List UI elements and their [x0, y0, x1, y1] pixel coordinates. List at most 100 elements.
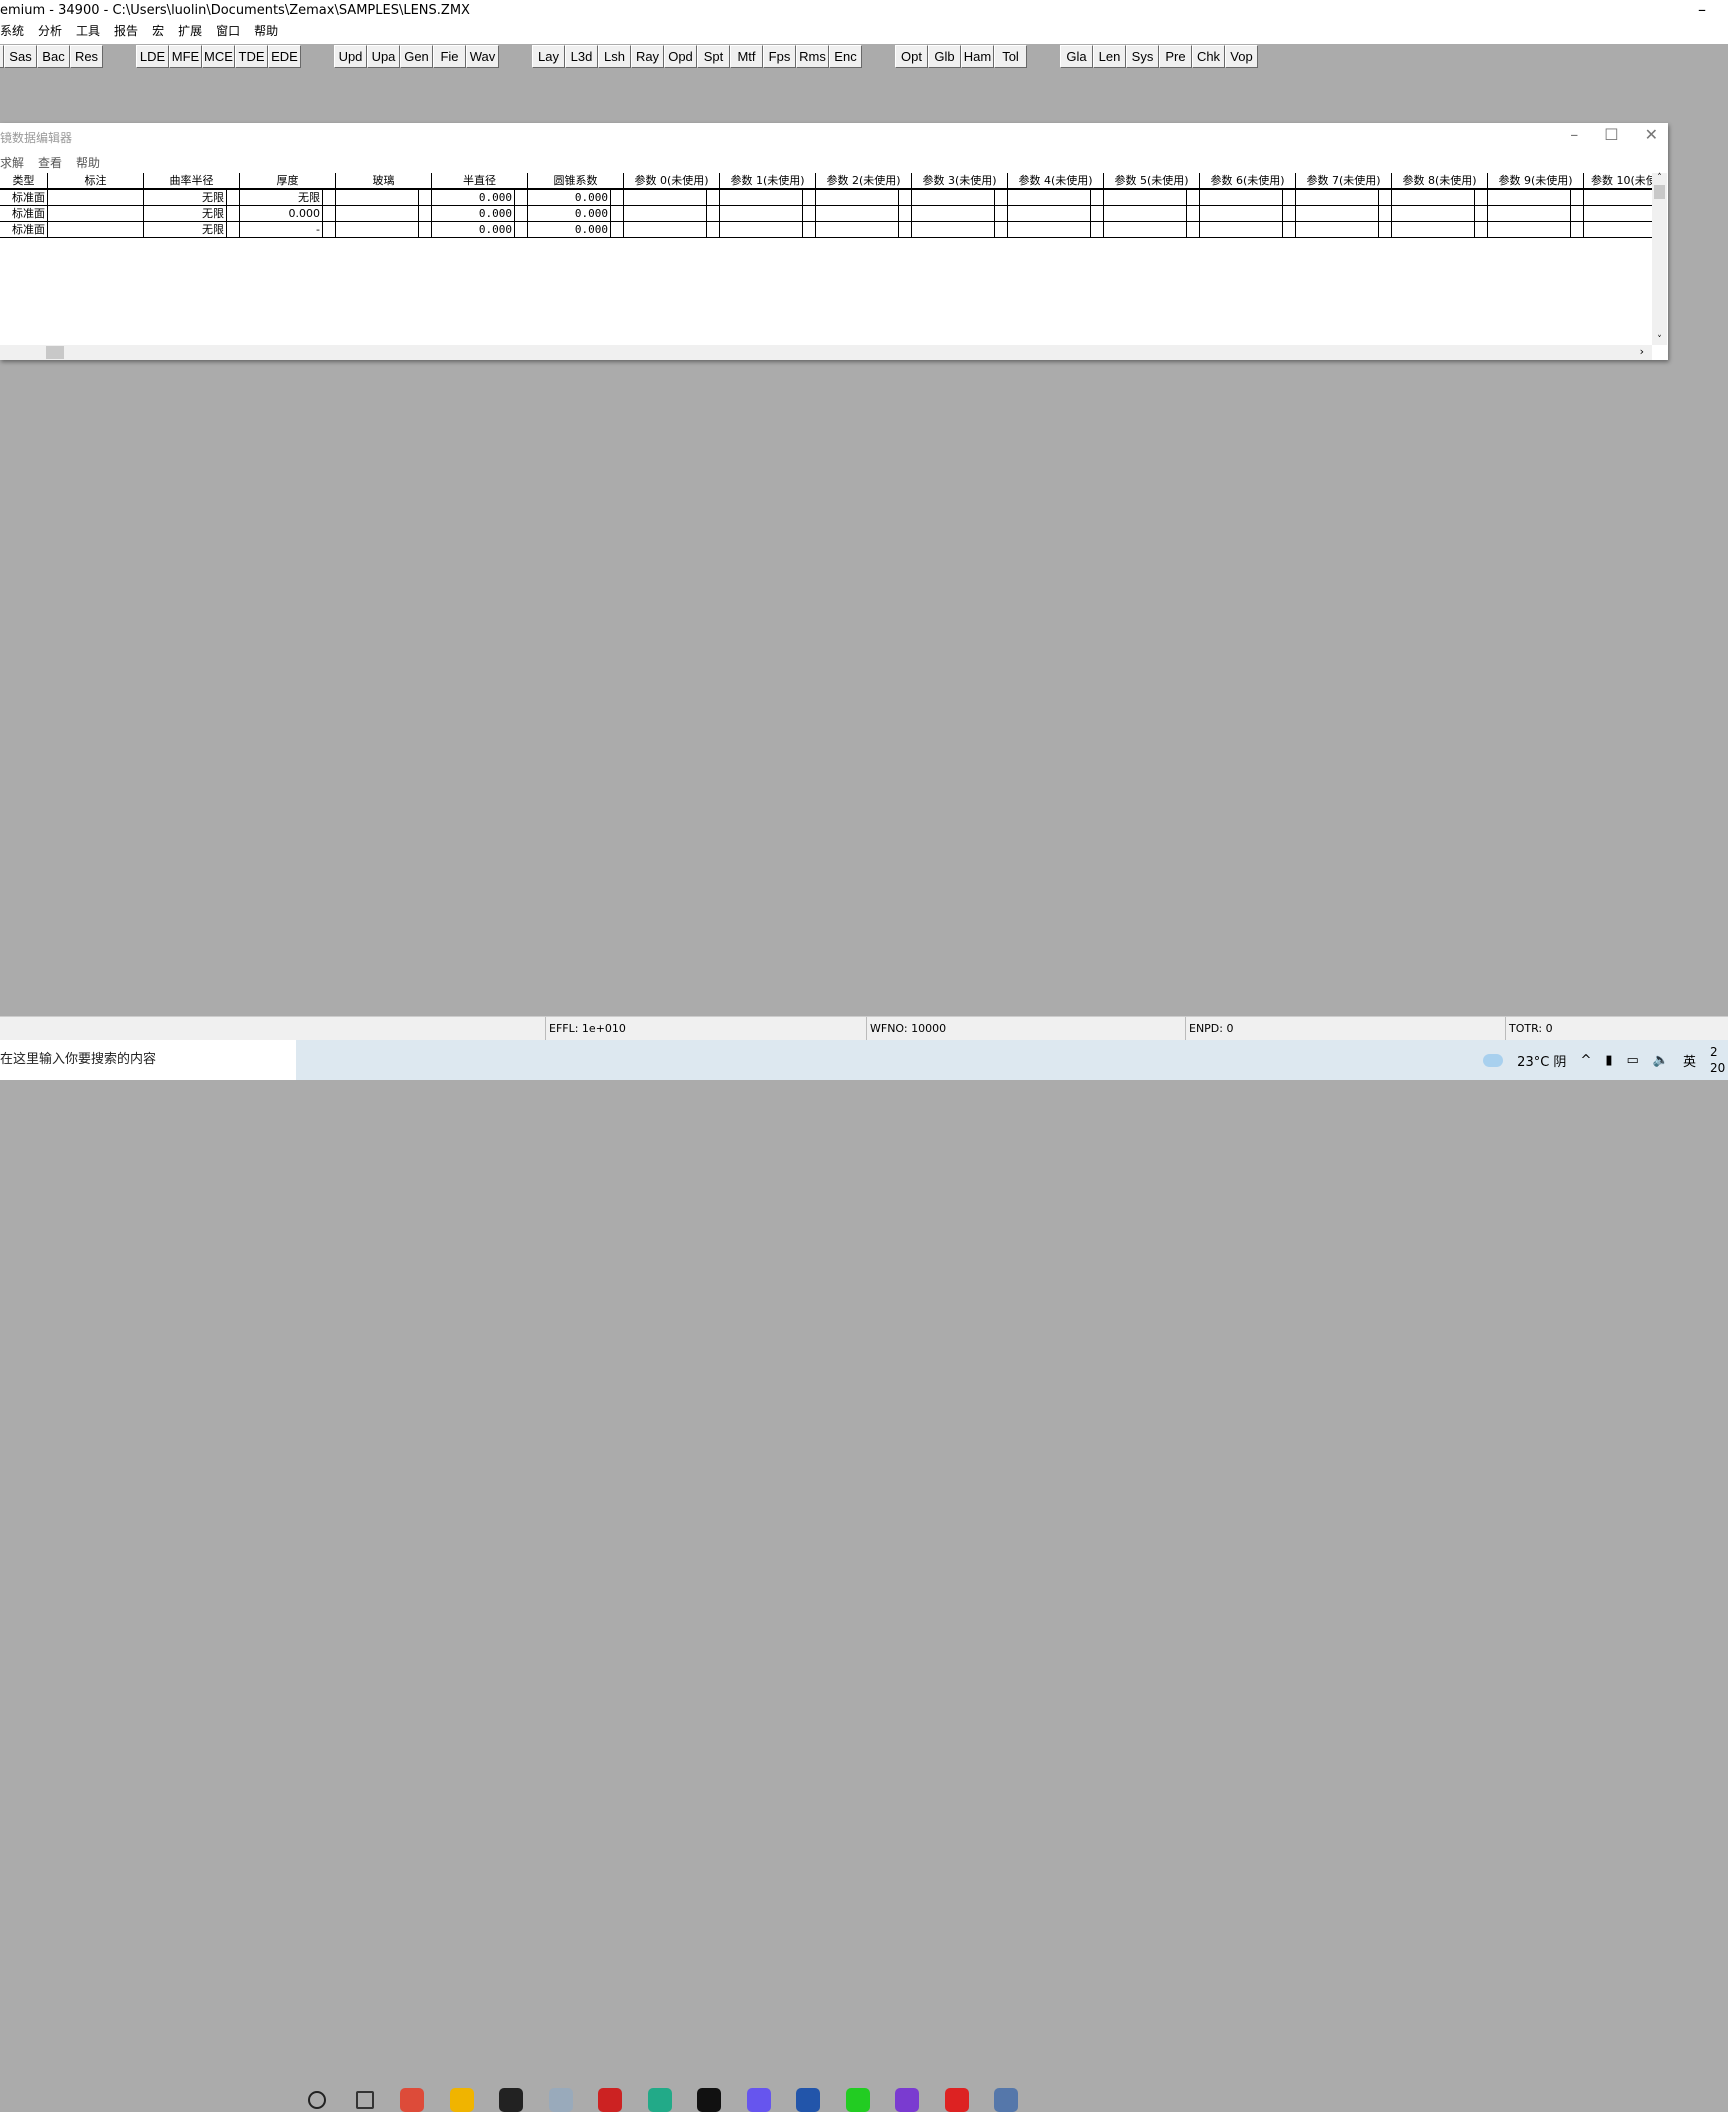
- grid-cell[interactable]: 0.000: [528, 206, 611, 222]
- grid-cell[interactable]: [912, 206, 995, 222]
- app-g-icon[interactable]: [499, 2088, 523, 2112]
- solve-cell[interactable]: [1571, 222, 1584, 238]
- solve-cell[interactable]: [1571, 190, 1584, 206]
- grid-cell[interactable]: [1104, 222, 1187, 238]
- toolbar-button-sys[interactable]: Sys: [1126, 45, 1159, 68]
- solve-cell[interactable]: [1475, 190, 1488, 206]
- solve-cell[interactable]: [707, 222, 720, 238]
- column-header[interactable]: 半直径: [432, 173, 528, 190]
- grid-cell[interactable]: [912, 222, 995, 238]
- solve-cell[interactable]: [227, 222, 240, 238]
- solve-cell[interactable]: [1283, 206, 1296, 222]
- file-explorer-icon[interactable]: [449, 2088, 474, 2112]
- menu-item[interactable]: 工具: [76, 22, 100, 39]
- toolbar-button-upa[interactable]: Upa: [367, 45, 400, 68]
- solve-cell[interactable]: [515, 222, 528, 238]
- grid-cell[interactable]: [720, 190, 803, 206]
- toolbar-button-rms[interactable]: Rms: [796, 45, 829, 68]
- solve-cell[interactable]: [707, 190, 720, 206]
- toolbar-button-res[interactable]: Res: [70, 45, 103, 68]
- scroll-thumb[interactable]: [1654, 185, 1665, 199]
- toolbar-button-fie[interactable]: Fie: [433, 45, 466, 68]
- horizontal-scrollbar[interactable]: ›: [0, 345, 1652, 360]
- grid-cell[interactable]: [1488, 206, 1571, 222]
- toolbar-button-opd[interactable]: Opd: [664, 45, 697, 68]
- grid-cell[interactable]: [1392, 190, 1475, 206]
- grid-cell[interactable]: 无限: [240, 190, 323, 206]
- column-header[interactable]: 类型: [0, 173, 48, 190]
- grid-cell[interactable]: 0.000: [528, 222, 611, 238]
- column-header[interactable]: 参数 1(未使用): [720, 173, 816, 190]
- toolbar-button-lay[interactable]: Lay: [532, 45, 565, 68]
- task-view-icon[interactable]: [356, 2091, 374, 2109]
- grid-cell[interactable]: [1392, 206, 1475, 222]
- column-header[interactable]: 参数 2(未使用): [816, 173, 912, 190]
- solve-cell[interactable]: [1283, 222, 1296, 238]
- column-header[interactable]: 参数 3(未使用): [912, 173, 1008, 190]
- grid-cell[interactable]: [624, 222, 707, 238]
- table-row[interactable]: 标准面 无限 0.000 0.000 0.000: [0, 206, 1652, 222]
- grid-cell[interactable]: [1008, 222, 1091, 238]
- solve-cell[interactable]: [227, 206, 240, 222]
- column-header[interactable]: 参数 5(未使用): [1104, 173, 1200, 190]
- table-row[interactable]: 标准面 无限 无限 0.000 0.000: [0, 190, 1652, 206]
- wechat-icon[interactable]: [845, 2088, 870, 2112]
- microphone-icon[interactable]: ▮: [1605, 1053, 1612, 1068]
- menu-item[interactable]: 帮助: [254, 22, 278, 39]
- solve-cell[interactable]: [1187, 222, 1200, 238]
- toolbar-button-ede[interactable]: EDE: [268, 45, 301, 68]
- app-h-icon[interactable]: [746, 2088, 771, 2112]
- weather-icon[interactable]: [1483, 1053, 1504, 1067]
- grid-cell[interactable]: [1584, 190, 1652, 206]
- toolbar-button-fps[interactable]: Fps: [763, 45, 796, 68]
- grid-cell[interactable]: 标准面: [0, 222, 48, 238]
- network-icon[interactable]: ▭: [1627, 1053, 1639, 1068]
- scroll-right-icon[interactable]: ›: [1640, 345, 1644, 358]
- solve-cell[interactable]: [1475, 222, 1488, 238]
- solve-cell[interactable]: [995, 206, 1008, 222]
- volume-icon[interactable]: 🔈: [1653, 1053, 1669, 1068]
- grid-cell[interactable]: [48, 206, 144, 222]
- grid-cell[interactable]: 标准面: [0, 190, 48, 206]
- grid-cell[interactable]: 0.000: [528, 190, 611, 206]
- solve-cell[interactable]: [515, 206, 528, 222]
- menu-item[interactable]: 报告: [114, 22, 138, 39]
- grid-cell[interactable]: [1200, 222, 1283, 238]
- toolbar-button-l3d[interactable]: L3d: [565, 45, 598, 68]
- grid-cell[interactable]: [336, 190, 419, 206]
- solve-cell[interactable]: [1187, 206, 1200, 222]
- menu-item[interactable]: 扩展: [178, 22, 202, 39]
- grid-cell[interactable]: [1296, 222, 1379, 238]
- grid-cell[interactable]: [336, 206, 419, 222]
- toolbar-button-spt[interactable]: Spt: [697, 45, 730, 68]
- grid-cell[interactable]: 0.000: [432, 206, 515, 222]
- grid-cell[interactable]: [1584, 222, 1652, 238]
- column-header[interactable]: 参数 6(未使用): [1200, 173, 1296, 190]
- editor-menu-item[interactable]: 查看: [38, 154, 62, 171]
- solve-cell[interactable]: [1379, 222, 1392, 238]
- solve-cell[interactable]: [419, 190, 432, 206]
- grid-cell[interactable]: 标准面: [0, 206, 48, 222]
- grid-cell[interactable]: 无限: [144, 222, 227, 238]
- toolbar-button-mtf[interactable]: Mtf: [730, 45, 763, 68]
- notes-icon[interactable]: [548, 2088, 573, 2112]
- solve-cell[interactable]: [1091, 206, 1104, 222]
- solve-cell[interactable]: [899, 222, 912, 238]
- solve-cell[interactable]: [419, 222, 432, 238]
- grid-cell[interactable]: [1104, 206, 1187, 222]
- chrome-icon[interactable]: [400, 2088, 424, 2112]
- solve-cell[interactable]: [899, 190, 912, 206]
- toolbar-button-len[interactable]: Len: [1093, 45, 1126, 68]
- column-header[interactable]: 参数 0(未使用): [624, 173, 720, 190]
- toolbar-button-gen[interactable]: Gen: [400, 45, 433, 68]
- solve-cell[interactable]: [803, 206, 816, 222]
- editor-menu-item[interactable]: 帮助: [76, 154, 100, 171]
- grid-cell[interactable]: 0.000: [432, 222, 515, 238]
- grid-cell[interactable]: [1008, 190, 1091, 206]
- toolbar-button-ham[interactable]: Ham: [961, 45, 994, 68]
- toolbar-button-wav[interactable]: Wav: [466, 45, 499, 68]
- solve-cell[interactable]: [515, 190, 528, 206]
- vertical-scrollbar[interactable]: ˄ ˅: [1652, 173, 1667, 345]
- toolbar-button-opt[interactable]: Opt: [895, 45, 928, 68]
- solve-cell[interactable]: [1379, 190, 1392, 206]
